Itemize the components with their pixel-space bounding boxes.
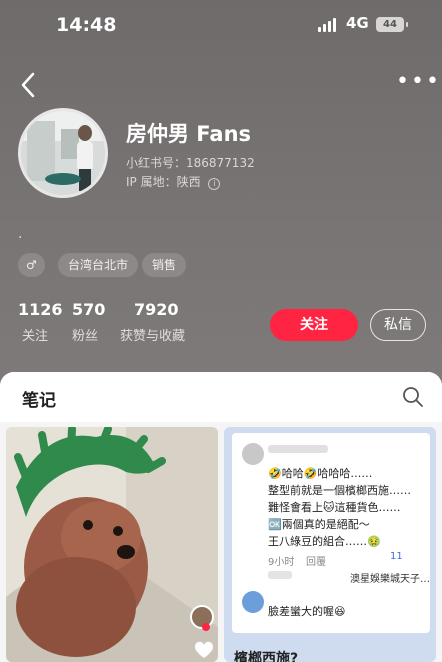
redacted-name bbox=[268, 571, 292, 579]
likes-collects-label[interactable]: 获赞与收藏 bbox=[120, 325, 185, 344]
following-label[interactable]: 关注 bbox=[22, 325, 48, 344]
notes-tab-bar: 笔记 bbox=[0, 372, 442, 422]
comment-line: 王八綠豆的組合……🤢 bbox=[268, 535, 381, 548]
comment-line: 難怪會看上🐱這種貨色…… bbox=[268, 501, 401, 514]
followers-count[interactable]: 570 bbox=[72, 300, 105, 319]
red-id[interactable]: 小红书号：186877132 bbox=[126, 154, 255, 171]
avatar bbox=[242, 443, 264, 465]
ip-location-text: IP 属地：陕西 bbox=[126, 175, 201, 189]
note-card[interactable]: 🤣哈哈🤣哈哈哈…… 整型前就是一個檳榔西施…… 難怪會看上🐱這種貨色…… 🆗兩個… bbox=[224, 427, 436, 662]
more-options-icon[interactable]: ••• bbox=[396, 71, 441, 93]
note-cover-image bbox=[6, 427, 218, 662]
following-count[interactable]: 1126 bbox=[18, 300, 63, 319]
gender-tag: ♂ bbox=[18, 253, 45, 277]
ip-location: IP 属地：陕西 i bbox=[126, 173, 221, 190]
note-card[interactable] bbox=[6, 427, 218, 662]
location-tag: 台湾台北市 bbox=[58, 253, 139, 277]
like-count: 11 bbox=[390, 551, 403, 562]
reply-text: 臉差蠻大的喔😆 bbox=[268, 605, 346, 618]
reply-author: 澳星娛樂城天子… bbox=[350, 574, 430, 585]
comment-line: 🤣哈哈🤣哈哈哈…… bbox=[268, 467, 373, 480]
notes-sheet: 笔记 🤣哈哈🤣哈哈哈…… 整型前就是一個檳榔西施…… 難怪會看上🐱這種貨色…… … bbox=[0, 372, 442, 662]
profession-tag: 销售 bbox=[142, 253, 187, 277]
back-icon[interactable] bbox=[14, 70, 44, 100]
profile-bio: . bbox=[18, 226, 23, 242]
avatar[interactable] bbox=[18, 108, 108, 198]
avatar bbox=[242, 591, 264, 613]
followers-label[interactable]: 粉丝 bbox=[72, 325, 98, 344]
likes-collects-count[interactable]: 7920 bbox=[134, 300, 179, 319]
note-title: 檳榔西施? bbox=[234, 651, 299, 662]
comment-screenshot: 🤣哈哈🤣哈哈哈…… 整型前就是一個檳榔西施…… 難怪會看上🐱這種貨色…… 🆗兩個… bbox=[232, 433, 430, 633]
redacted-name bbox=[268, 445, 328, 453]
reply-label: 回覆 bbox=[306, 557, 326, 568]
network-type: 4G bbox=[346, 14, 369, 32]
profile-name: 房仲男 Fans bbox=[126, 122, 252, 146]
status-bar: 14:48 4G 44 bbox=[0, 0, 442, 52]
tab-notes[interactable]: 笔记 bbox=[22, 386, 56, 411]
male-icon: ♂ bbox=[26, 258, 37, 272]
message-button[interactable]: 私信 bbox=[370, 309, 426, 341]
comment-time: 9小时 bbox=[268, 557, 295, 568]
follow-button[interactable]: 关注 bbox=[270, 309, 358, 341]
info-icon[interactable]: i bbox=[208, 178, 221, 190]
signal-icon bbox=[318, 18, 336, 32]
status-time: 14:48 bbox=[56, 14, 117, 36]
comment-line: 整型前就是一個檳榔西施…… bbox=[268, 484, 411, 497]
search-icon[interactable] bbox=[402, 386, 424, 408]
battery-icon: 44 bbox=[376, 17, 408, 32]
comment-line: 🆗兩個真的是絕配～ bbox=[268, 518, 370, 531]
